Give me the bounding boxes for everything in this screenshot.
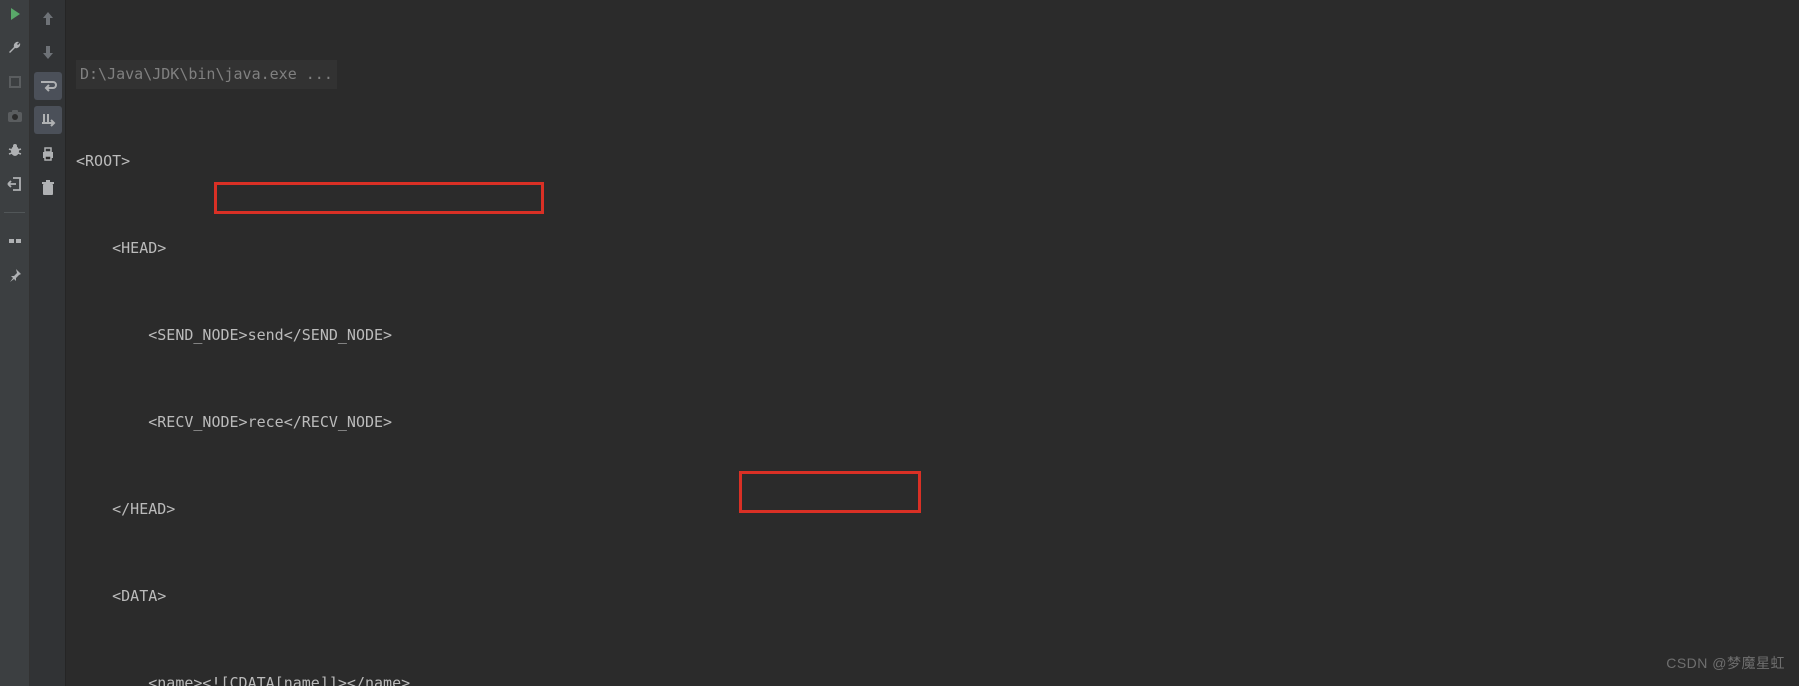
print-icon[interactable] [34, 140, 62, 168]
output-line: <DATA> [76, 582, 1799, 611]
output-line: <name><![CDATA[name]]></name> [76, 669, 1799, 686]
output-line: <RECV_NODE>rece</RECV_NODE> [76, 408, 1799, 437]
bug-icon[interactable] [5, 140, 25, 160]
play-icon[interactable] [5, 4, 25, 24]
left-tool-rail [0, 0, 30, 686]
separator [4, 212, 24, 213]
scroll-end-icon[interactable] [34, 106, 62, 134]
soft-wrap-icon[interactable] [34, 72, 62, 100]
trash-icon[interactable] [34, 174, 62, 202]
output-line: <HEAD> [76, 234, 1799, 263]
dash-icon[interactable] [5, 231, 25, 251]
watermark: CSDN @梦魔星虹 [1666, 649, 1785, 678]
output-line: </HEAD> [76, 495, 1799, 524]
highlight-box [214, 182, 544, 214]
cmd-text: D:\Java\JDK\bin\java.exe ... [76, 60, 337, 89]
output-line: <SEND_NODE>send</SEND_NODE> [76, 321, 1799, 350]
cmd-line: D:\Java\JDK\bin\java.exe ... [76, 60, 1799, 89]
console-toolbar [30, 0, 66, 686]
exit-icon[interactable] [5, 174, 25, 194]
app-root: D:\Java\JDK\bin\java.exe ... <ROOT> <HEA… [0, 0, 1799, 686]
output-line: <ROOT> [76, 147, 1799, 176]
console-output[interactable]: D:\Java\JDK\bin\java.exe ... <ROOT> <HEA… [66, 0, 1799, 686]
stop-placeholder-icon[interactable] [5, 72, 25, 92]
arrow-down-icon[interactable] [34, 38, 62, 66]
camera-icon[interactable] [5, 106, 25, 126]
pin-icon[interactable] [5, 265, 25, 285]
wrench-icon[interactable] [5, 38, 25, 58]
arrow-up-icon[interactable] [34, 4, 62, 32]
